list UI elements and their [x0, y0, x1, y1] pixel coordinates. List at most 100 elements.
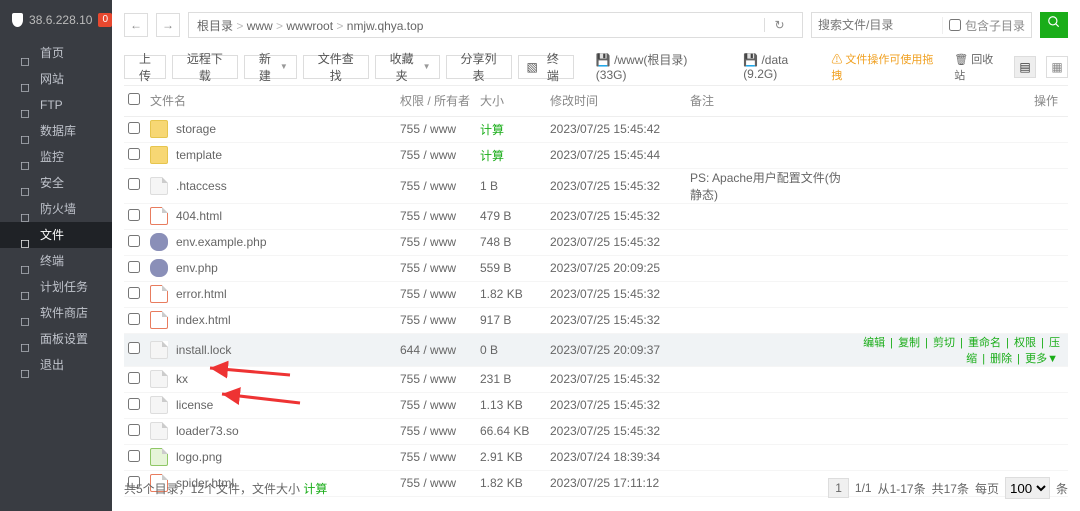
sidebar-item-FTP[interactable]: ◻FTP [0, 92, 112, 118]
crumb-0[interactable]: 根目录 [197, 19, 233, 33]
row-checkbox[interactable] [128, 235, 140, 247]
table-row[interactable]: 404.html755 / www479 B2023/07/25 15:45:3… [124, 203, 1068, 229]
table-row[interactable]: index.html755 / www917 B2023/07/25 15:45… [124, 307, 1068, 333]
search-button[interactable] [1040, 12, 1068, 38]
file-name[interactable]: install.lock [176, 343, 231, 357]
row-actions[interactable] [848, 307, 1068, 333]
file-name[interactable]: env.php [176, 261, 218, 275]
perm[interactable]: 755 / www [396, 307, 476, 333]
remote-dl-button[interactable]: 远程下载 [172, 55, 238, 79]
perm[interactable]: 755 / www [396, 444, 476, 470]
perm[interactable]: 755 / www [396, 281, 476, 307]
table-row[interactable]: loader73.so755 / www66.64 KB2023/07/25 1… [124, 418, 1068, 444]
col-perm[interactable]: 权限 / 所有者 [396, 86, 476, 116]
perm[interactable]: 755 / www [396, 392, 476, 418]
sidebar-item-安全[interactable]: ◻安全 [0, 170, 112, 196]
row-actions[interactable] [848, 418, 1068, 444]
share-button[interactable]: 分享列表 [446, 55, 512, 79]
calc-size[interactable]: 计算 [480, 149, 504, 163]
file-name[interactable]: kx [176, 372, 188, 386]
col-size[interactable]: 大小 [476, 86, 546, 116]
file-name[interactable]: template [176, 148, 222, 162]
upload-button[interactable]: 上传 [124, 55, 166, 79]
remark[interactable]: PS: Apache用户配置文件(伪静态) [686, 168, 848, 203]
nav-fwd[interactable]: → [156, 13, 180, 37]
row-actions[interactable] [848, 255, 1068, 281]
table-row[interactable]: logo.png755 / www2.91 KB2023/07/24 18:39… [124, 444, 1068, 470]
perm[interactable]: 644 / www [396, 333, 476, 366]
crumb-3[interactable]: nmjw.qhya.top [347, 19, 424, 33]
disk-2[interactable]: 💾 /data (9.2G) [743, 53, 825, 81]
perm[interactable]: 755 / www [396, 418, 476, 444]
nav-back[interactable]: ← [124, 13, 148, 37]
row-checkbox[interactable] [128, 148, 140, 160]
notif-badge[interactable]: 0 [98, 13, 112, 27]
table-row[interactable]: .htaccess755 / www1 B2023/07/25 15:45:32… [124, 168, 1068, 203]
terminal-button[interactable]: ▧ 终端 [518, 55, 574, 79]
remark[interactable] [686, 203, 848, 229]
remark[interactable] [686, 142, 848, 168]
calc-size[interactable]: 计算 [303, 482, 327, 496]
row-actions[interactable]: 编辑 | 复制 | 剪切 | 重命名 | 权限 | 压缩 | 删除 | 更多▼ [848, 333, 1068, 366]
page-current[interactable]: 1 [828, 478, 849, 498]
sidebar-item-计划任务[interactable]: ◻计划任务 [0, 274, 112, 300]
file-name[interactable]: logo.png [176, 450, 222, 464]
row-checkbox[interactable] [128, 424, 140, 436]
sidebar-item-退出[interactable]: ◻退出 [0, 352, 112, 378]
row-checkbox[interactable] [128, 342, 140, 354]
grid-view-icon[interactable]: ▦ [1046, 56, 1068, 78]
remark[interactable] [686, 116, 848, 142]
crumb-1[interactable]: www [247, 19, 273, 33]
remark[interactable] [686, 255, 848, 281]
row-checkbox[interactable] [128, 261, 140, 273]
sidebar-item-文件[interactable]: ◻文件 [0, 222, 112, 248]
row-actions[interactable] [848, 392, 1068, 418]
sidebar-item-监控[interactable]: ◻监控 [0, 144, 112, 170]
row-checkbox[interactable] [128, 450, 140, 462]
file-name[interactable]: index.html [176, 313, 231, 327]
row-checkbox[interactable] [128, 178, 140, 190]
file-name[interactable]: license [176, 398, 213, 412]
row-actions[interactable] [848, 142, 1068, 168]
select-all[interactable] [128, 93, 140, 105]
row-actions[interactable] [848, 281, 1068, 307]
sidebar-item-软件商店[interactable]: ◻软件商店 [0, 300, 112, 326]
table-row[interactable]: kx755 / www231 B2023/07/25 15:45:32 [124, 366, 1068, 392]
file-name[interactable]: env.example.php [176, 235, 267, 249]
perm[interactable]: 755 / www [396, 255, 476, 281]
col-remark[interactable]: 备注 [686, 86, 848, 116]
crumb-2[interactable]: wwwroot [286, 19, 333, 33]
include-subdir[interactable]: 包含子目录 [942, 17, 1031, 34]
table-row[interactable]: license755 / www1.13 KB2023/07/25 15:45:… [124, 392, 1068, 418]
find-button[interactable]: 文件查找 [303, 55, 369, 79]
per-page-select[interactable]: 100 [1005, 477, 1050, 499]
file-name[interactable]: error.html [176, 287, 227, 301]
list-view-icon[interactable]: ▤ [1014, 56, 1036, 78]
row-checkbox[interactable] [128, 398, 140, 410]
refresh-icon[interactable]: ↻ [764, 18, 794, 32]
trash-button[interactable]: 🗑 回收站 [954, 51, 1004, 83]
calc-size[interactable]: 计算 [480, 123, 504, 137]
perm[interactable]: 755 / www [396, 116, 476, 142]
row-checkbox[interactable] [128, 372, 140, 384]
remark[interactable] [686, 418, 848, 444]
sidebar-item-数据库[interactable]: ◻数据库 [0, 118, 112, 144]
remark[interactable] [686, 444, 848, 470]
perm[interactable]: 755 / www [396, 203, 476, 229]
sidebar-item-面板设置[interactable]: ◻面板设置 [0, 326, 112, 352]
remark[interactable] [686, 229, 848, 255]
row-checkbox[interactable] [128, 287, 140, 299]
table-row[interactable]: storage755 / www计算2023/07/25 15:45:42 [124, 116, 1068, 142]
file-name[interactable]: storage [176, 122, 216, 136]
row-actions[interactable] [848, 168, 1068, 203]
table-row[interactable]: error.html755 / www1.82 KB2023/07/25 15:… [124, 281, 1068, 307]
col-name[interactable]: 文件名 [146, 86, 396, 116]
file-name[interactable]: 404.html [176, 209, 222, 223]
row-checkbox[interactable] [128, 122, 140, 134]
file-name[interactable]: .htaccess [176, 179, 227, 193]
remark[interactable] [686, 281, 848, 307]
perm[interactable]: 755 / www [396, 142, 476, 168]
search-input[interactable] [812, 13, 942, 37]
remark[interactable] [686, 333, 848, 366]
table-row[interactable]: template755 / www计算2023/07/25 15:45:44 [124, 142, 1068, 168]
